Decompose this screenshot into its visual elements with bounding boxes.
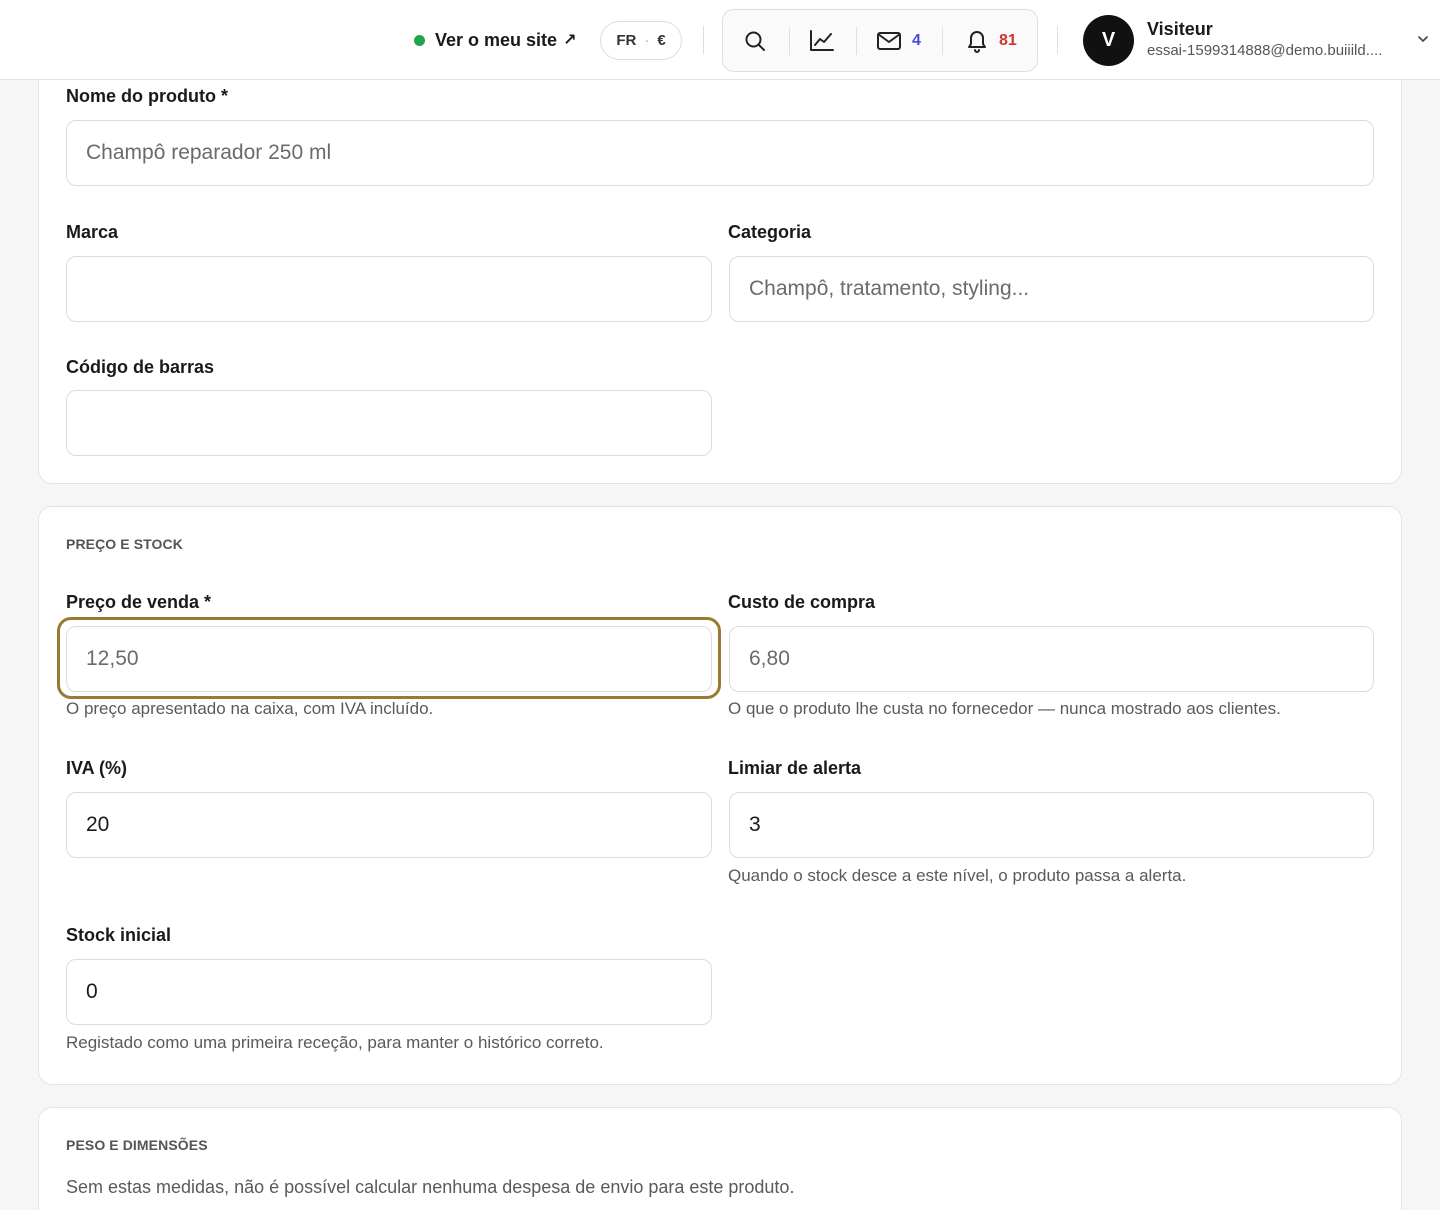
user-email: essai-1599314888@demo.buiiild.... [1147, 42, 1383, 59]
online-status-dot [414, 34, 425, 46]
sale-price-input[interactable] [66, 626, 712, 692]
alert-threshold-label: Limiar de alerta [728, 758, 862, 778]
brand-input[interactable] [66, 256, 712, 322]
barcode-label: Código de barras [66, 357, 215, 377]
currency-symbol: € [657, 32, 666, 49]
cost-help: O que o produto lhe custa no fornecedor … [728, 699, 1281, 718]
chevron-down-icon [1418, 36, 1428, 42]
vat-input[interactable] [66, 792, 712, 858]
user-name: Visiteur [1147, 19, 1213, 39]
mail-icon [877, 31, 901, 50]
search-button[interactable] [743, 10, 767, 71]
divider [1057, 26, 1058, 54]
divider [703, 26, 704, 54]
messages-count: 4 [912, 31, 921, 49]
external-link-arrow-icon: ↗ [563, 32, 577, 49]
language-currency-selector[interactable]: FR · € [600, 21, 682, 60]
messages-button[interactable]: 4 [876, 10, 921, 71]
bell-icon [968, 30, 986, 53]
notifications-button[interactable]: 81 [965, 10, 1017, 71]
vat-label: IVA (%) [66, 758, 127, 778]
section-title: PESO E DIMENSÕES [66, 1137, 208, 1153]
view-site-link[interactable]: Ver o meu site ↗ [414, 27, 576, 53]
sale-price-help: O preço apresentado na caixa, com IVA in… [66, 699, 434, 718]
cost-input[interactable] [729, 626, 1374, 692]
notifications-count: 81 [999, 31, 1017, 49]
initial-stock-help: Registado como uma primeira receção, par… [66, 1033, 604, 1052]
brand-label: Marca [66, 222, 119, 242]
sale-price-label: Preço de venda * [66, 592, 212, 612]
alert-threshold-input[interactable] [729, 792, 1374, 858]
chart-line-icon [810, 29, 834, 51]
lang-separator: · [644, 32, 650, 49]
analytics-button[interactable] [809, 10, 835, 71]
barcode-input[interactable] [66, 390, 712, 456]
category-label: Categoria [728, 222, 812, 242]
divider [942, 27, 943, 55]
view-site-label: Ver o meu site [435, 29, 558, 50]
weight-dimensions-description: Sem estas medidas, não é possível calcul… [66, 1177, 795, 1197]
initial-stock-input[interactable] [66, 959, 712, 1025]
initial-stock-label: Stock inicial [66, 925, 172, 945]
product-name-label: Nome do produto * [66, 86, 228, 106]
category-input[interactable] [729, 256, 1374, 322]
section-title: PREÇO E STOCK [66, 536, 183, 552]
user-menu[interactable]: V Visiteur essai-1599314888@demo.buiiild… [1083, 14, 1433, 66]
divider [856, 27, 857, 55]
divider [789, 27, 790, 55]
cost-label: Custo de compra [728, 592, 876, 612]
avatar: V [1083, 15, 1134, 66]
language-code: FR [616, 32, 637, 49]
alert-threshold-help: Quando o stock desce a este nível, o pro… [728, 866, 1187, 885]
top-bar: Ver o meu site ↗ FR · € 4 81 V Visiteur … [0, 0, 1440, 80]
header-actions: 4 81 [722, 9, 1038, 72]
product-name-input[interactable] [66, 120, 1374, 186]
search-icon [745, 31, 765, 51]
